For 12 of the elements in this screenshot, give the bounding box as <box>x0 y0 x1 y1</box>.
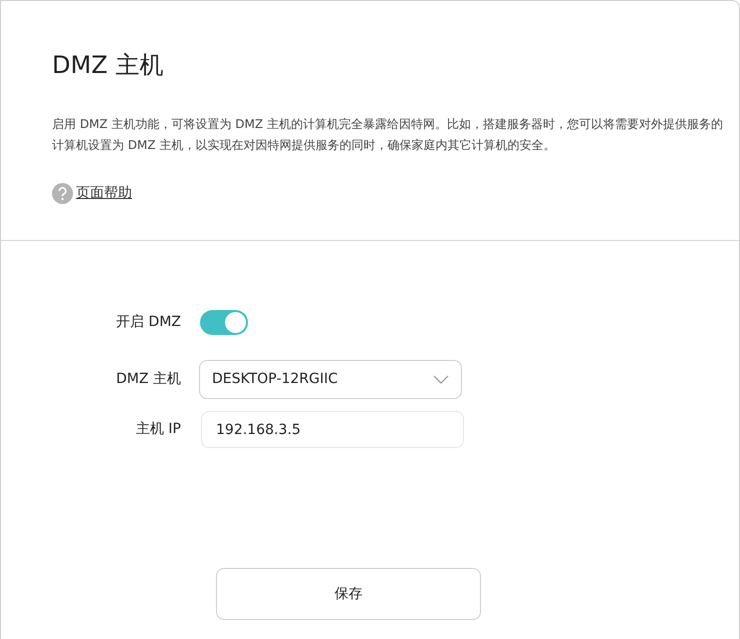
field-label: DMZ 主机 <box>115 370 182 389</box>
page-title: DMZ 主机 <box>52 51 164 80</box>
toggle-switch[interactable] <box>200 310 248 335</box>
chevron-down-icon <box>433 375 449 384</box>
help-icon <box>52 182 73 204</box>
help-link[interactable]: 页面帮助 <box>76 182 132 204</box>
field-label: 开启 DMZ <box>115 313 182 332</box>
description: 启用 DMZ 主机功能，可将设置为 DMZ 主机的计算机完全暴露给因特网。比如，搭建服务器时，您可以将需要对外提供服务的计算机设置为 DMZ 主机，以实现在对因特网提供服务的同时，确保家庭内其它计算机的安全。 <box>52 116 724 154</box>
save-button[interactable]: 保存 <box>216 568 481 620</box>
ip-input-field[interactable]: 192.168.3.5 <box>201 411 464 448</box>
host-dropdown[interactable]: DESKTOP-12RGIIC <box>199 360 462 399</box>
field-label: 主机 IP <box>134 420 182 439</box>
